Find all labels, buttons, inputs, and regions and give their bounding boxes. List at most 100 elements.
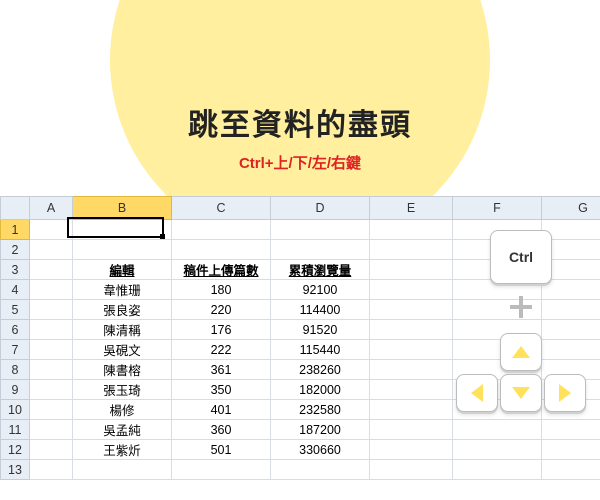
row-header[interactable]: 9 bbox=[1, 380, 30, 400]
cell[interactable] bbox=[271, 460, 370, 480]
cell[interactable] bbox=[370, 220, 453, 240]
col-header-E[interactable]: E bbox=[370, 197, 453, 220]
cell[interactable]: 王紫炘 bbox=[73, 440, 172, 460]
arrow-left-key bbox=[456, 374, 498, 412]
col-header-C[interactable]: C bbox=[172, 197, 271, 220]
cell[interactable]: 楊修 bbox=[73, 400, 172, 420]
col-header-B[interactable]: B bbox=[73, 197, 172, 220]
cell[interactable]: 陳清稱 bbox=[73, 320, 172, 340]
cell[interactable] bbox=[30, 220, 73, 240]
cell[interactable] bbox=[542, 300, 600, 320]
cell[interactable] bbox=[30, 380, 73, 400]
cell[interactable] bbox=[271, 240, 370, 260]
cell[interactable] bbox=[370, 300, 453, 320]
cell[interactable] bbox=[370, 400, 453, 420]
cell[interactable] bbox=[172, 220, 271, 240]
cell[interactable]: 張玉琦 bbox=[73, 380, 172, 400]
row-header[interactable]: 1 bbox=[1, 220, 30, 240]
cell[interactable] bbox=[172, 460, 271, 480]
row-header[interactable]: 6 bbox=[1, 320, 30, 340]
cell[interactable] bbox=[542, 460, 600, 480]
cell[interactable]: 91520 bbox=[271, 320, 370, 340]
arrow-right-key bbox=[544, 374, 586, 412]
col-header-F[interactable]: F bbox=[453, 197, 542, 220]
cell[interactable]: 92100 bbox=[271, 280, 370, 300]
cell[interactable]: 吳孟純 bbox=[73, 420, 172, 440]
cell[interactable]: 501 bbox=[172, 440, 271, 460]
cell[interactable]: 114400 bbox=[271, 300, 370, 320]
cell[interactable] bbox=[453, 420, 542, 440]
cell[interactable]: 222 bbox=[172, 340, 271, 360]
corner-cell[interactable] bbox=[1, 197, 30, 220]
cell[interactable] bbox=[370, 420, 453, 440]
cell[interactable] bbox=[30, 360, 73, 380]
cell[interactable] bbox=[453, 460, 542, 480]
row-header[interactable]: 10 bbox=[1, 400, 30, 420]
cell[interactable] bbox=[30, 320, 73, 340]
cell[interactable]: 187200 bbox=[271, 420, 370, 440]
row-header[interactable]: 7 bbox=[1, 340, 30, 360]
cell[interactable] bbox=[453, 440, 542, 460]
row-header[interactable]: 2 bbox=[1, 240, 30, 260]
cell[interactable]: 238260 bbox=[271, 360, 370, 380]
cell[interactable] bbox=[370, 380, 453, 400]
cell[interactable]: 350 bbox=[172, 380, 271, 400]
cell[interactable]: 361 bbox=[172, 360, 271, 380]
cell[interactable] bbox=[30, 440, 73, 460]
cell[interactable]: 330660 bbox=[271, 440, 370, 460]
cell[interactable]: 182000 bbox=[271, 380, 370, 400]
col-header-G[interactable]: G bbox=[542, 197, 600, 220]
cell[interactable]: 陳書榕 bbox=[73, 360, 172, 380]
cell[interactable] bbox=[542, 280, 600, 300]
row-header[interactable]: 8 bbox=[1, 360, 30, 380]
cell[interactable]: 115440 bbox=[271, 340, 370, 360]
cell[interactable]: 稿件上傳篇數 bbox=[172, 260, 271, 280]
col-header-D[interactable]: D bbox=[271, 197, 370, 220]
cell[interactable] bbox=[73, 240, 172, 260]
page-subtitle: Ctrl+上/下/左/右鍵 bbox=[0, 152, 600, 173]
cell[interactable] bbox=[370, 340, 453, 360]
cell[interactable] bbox=[73, 220, 172, 240]
cell[interactable] bbox=[30, 420, 73, 440]
row-header[interactable]: 5 bbox=[1, 300, 30, 320]
row-header[interactable]: 12 bbox=[1, 440, 30, 460]
cell[interactable] bbox=[370, 240, 453, 260]
cell[interactable] bbox=[370, 280, 453, 300]
cell[interactable]: 韋惟珊 bbox=[73, 280, 172, 300]
cell[interactable] bbox=[542, 340, 600, 360]
cell[interactable] bbox=[370, 260, 453, 280]
cell[interactable] bbox=[370, 320, 453, 340]
row-header[interactable]: 13 bbox=[1, 460, 30, 480]
cell[interactable] bbox=[30, 260, 73, 280]
cell[interactable]: 吳硯文 bbox=[73, 340, 172, 360]
arrow-right-icon bbox=[559, 384, 571, 402]
cell[interactable] bbox=[73, 460, 172, 480]
cell[interactable]: 累積瀏覽量 bbox=[271, 260, 370, 280]
cell[interactable]: 232580 bbox=[271, 400, 370, 420]
cell[interactable] bbox=[30, 460, 73, 480]
cell[interactable]: 360 bbox=[172, 420, 271, 440]
cell[interactable] bbox=[542, 320, 600, 340]
cell[interactable] bbox=[542, 440, 600, 460]
cell[interactable] bbox=[30, 400, 73, 420]
row-header[interactable]: 4 bbox=[1, 280, 30, 300]
row-header[interactable]: 3 bbox=[1, 260, 30, 280]
col-header-A[interactable]: A bbox=[30, 197, 73, 220]
cell[interactable]: 401 bbox=[172, 400, 271, 420]
cell[interactable] bbox=[30, 280, 73, 300]
cell[interactable] bbox=[30, 300, 73, 320]
cell[interactable]: 編輯 bbox=[73, 260, 172, 280]
row-header[interactable]: 11 bbox=[1, 420, 30, 440]
cell[interactable] bbox=[172, 240, 271, 260]
cell[interactable] bbox=[30, 340, 73, 360]
cell[interactable]: 180 bbox=[172, 280, 271, 300]
cell[interactable]: 張良姿 bbox=[73, 300, 172, 320]
cell[interactable]: 220 bbox=[172, 300, 271, 320]
cell[interactable] bbox=[271, 220, 370, 240]
cell[interactable] bbox=[370, 440, 453, 460]
cell[interactable] bbox=[370, 360, 453, 380]
cell[interactable] bbox=[542, 420, 600, 440]
cell[interactable] bbox=[370, 460, 453, 480]
cell[interactable]: 176 bbox=[172, 320, 271, 340]
cell[interactable] bbox=[30, 240, 73, 260]
